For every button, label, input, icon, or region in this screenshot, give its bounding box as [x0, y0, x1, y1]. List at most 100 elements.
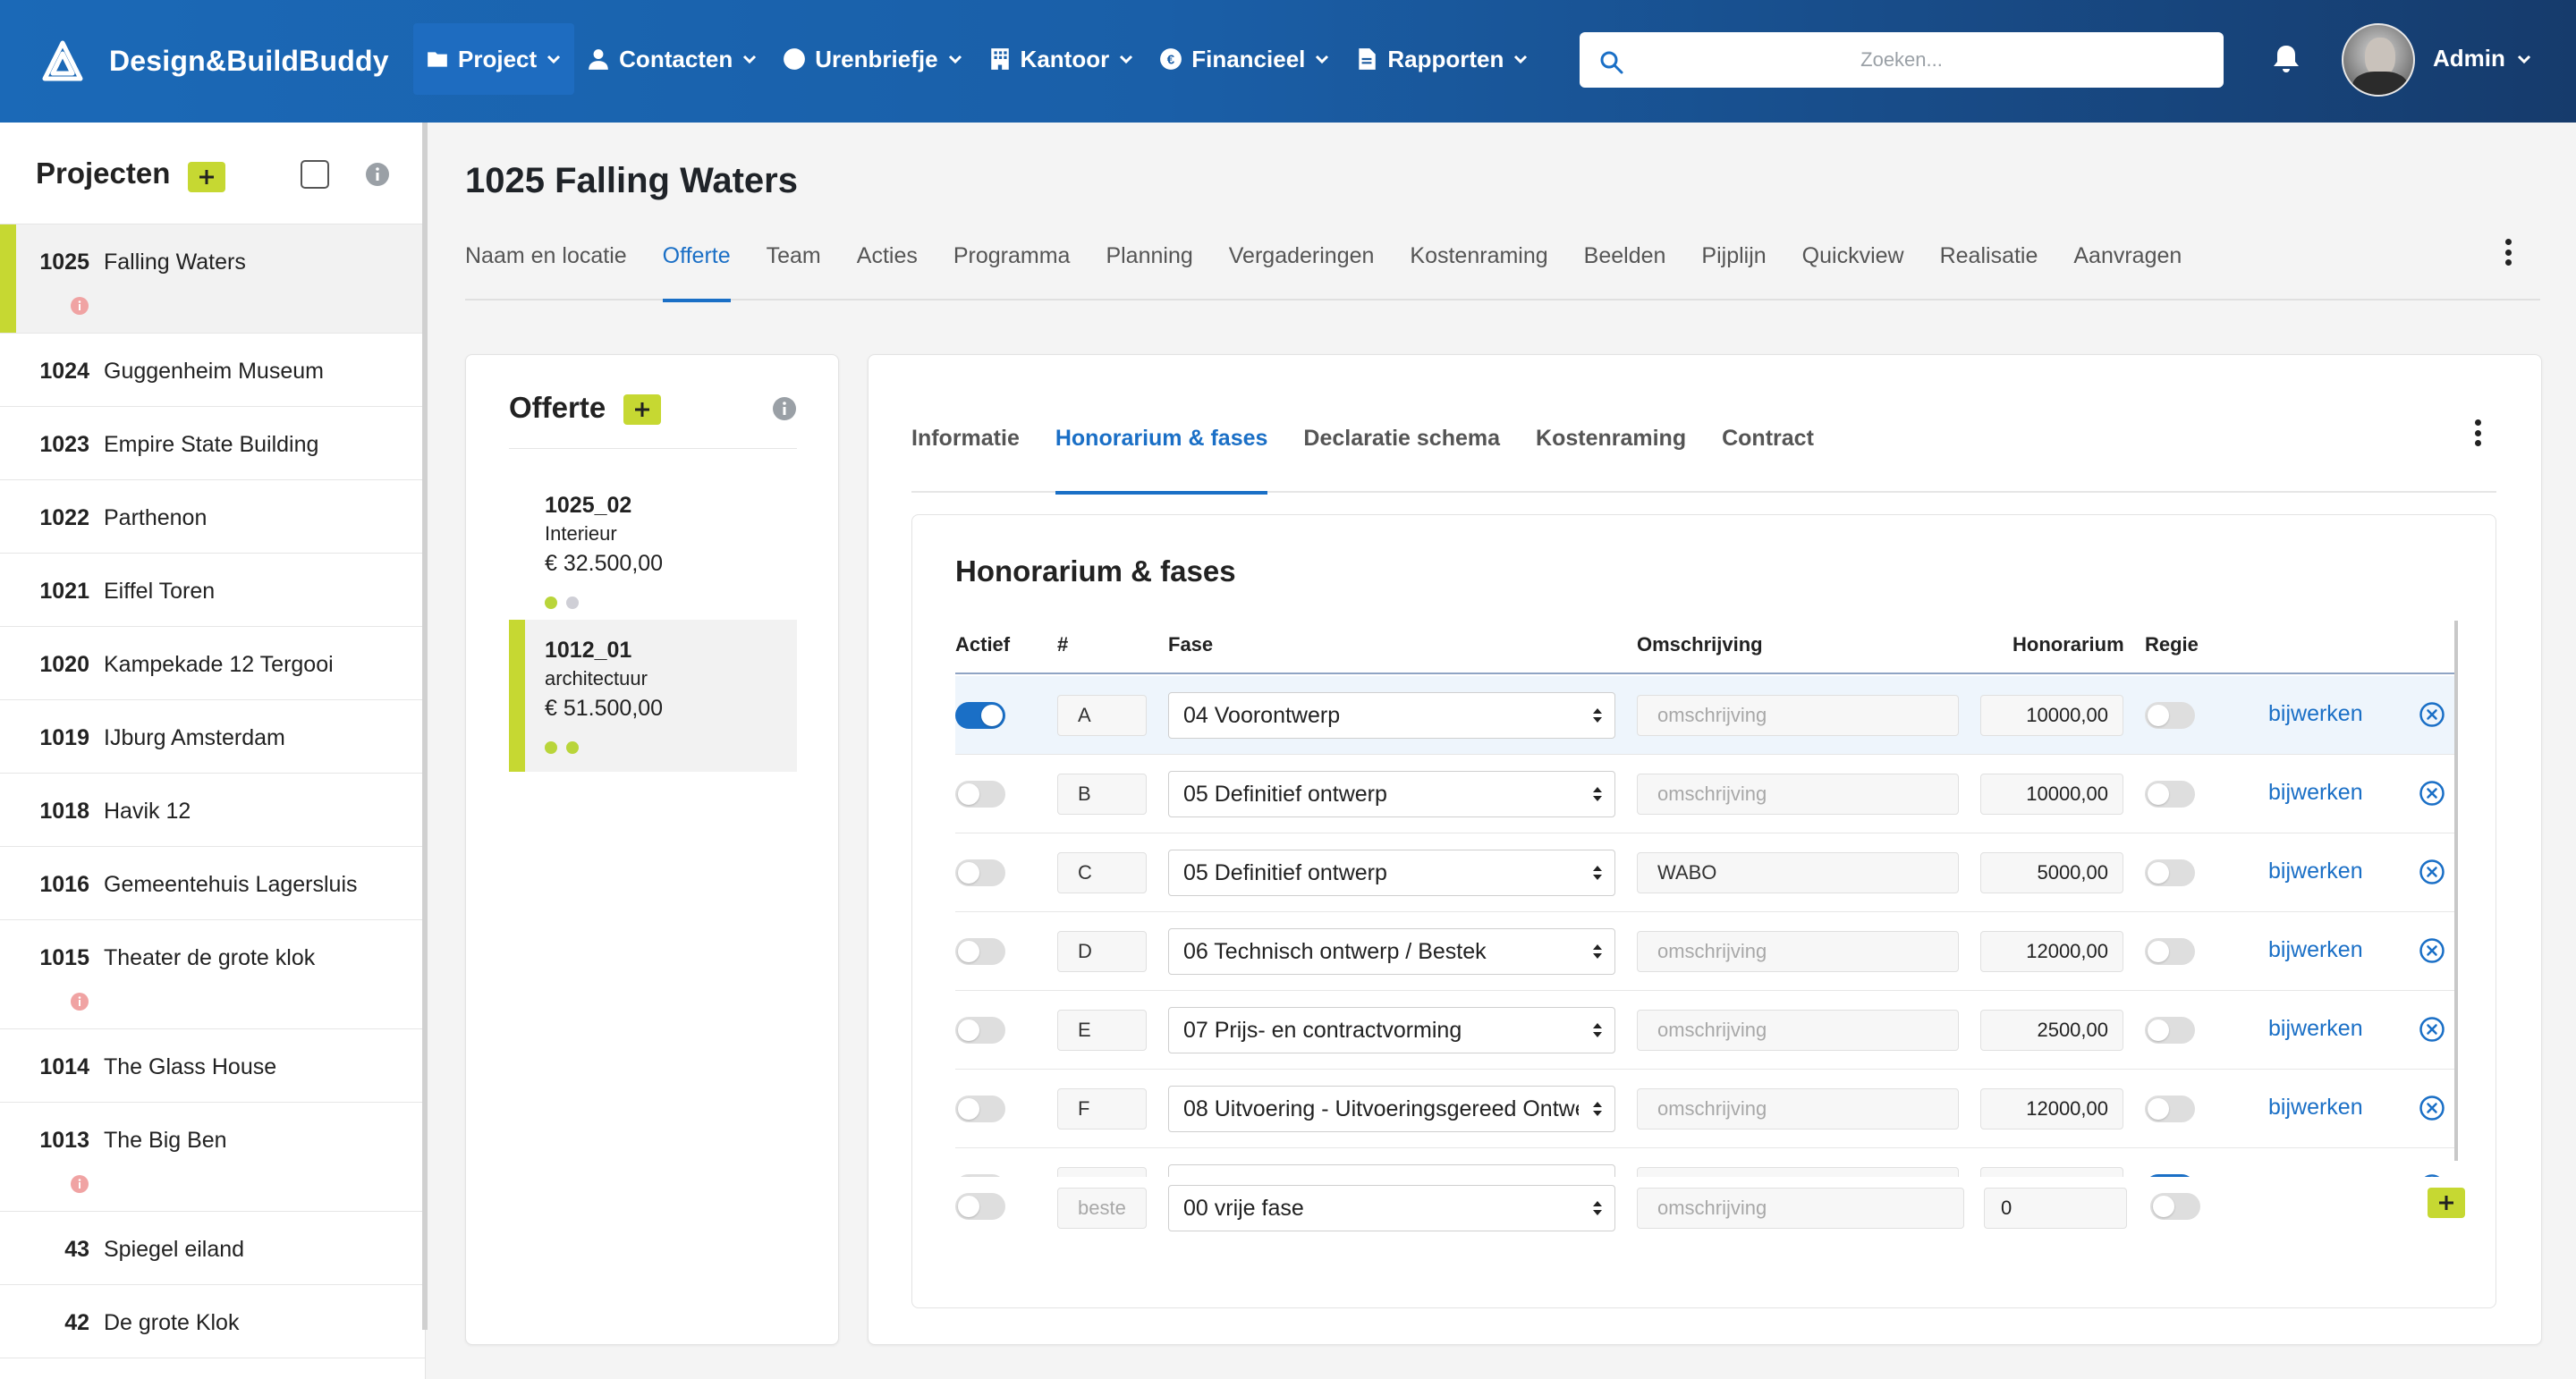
- user-menu[interactable]: Admin: [2433, 45, 2532, 72]
- subtab-item[interactable]: Kostenraming: [1536, 403, 1686, 493]
- actief-toggle[interactable]: [955, 702, 1005, 729]
- edit-link[interactable]: bijwerken: [2268, 1016, 2363, 1042]
- bell-icon[interactable]: [2270, 43, 2302, 75]
- edit-link[interactable]: bijwerken: [2268, 859, 2363, 884]
- actief-toggle[interactable]: [955, 859, 1005, 886]
- tab-item[interactable]: Realisatie: [1940, 225, 2038, 300]
- add-row-button[interactable]: [2428, 1188, 2465, 1218]
- nr-input[interactable]: B: [1057, 774, 1147, 815]
- tab-item[interactable]: Vergaderingen: [1229, 225, 1375, 300]
- omschrijving-input[interactable]: omschrijving: [1637, 931, 1959, 972]
- brand[interactable]: Design&BuildBuddy: [41, 36, 389, 86]
- add-project-button[interactable]: [188, 162, 225, 192]
- edit-link[interactable]: bijwerken: [2268, 1095, 2363, 1121]
- offerte-item[interactable]: 1025_02 Interieur € 32.500,00: [509, 475, 797, 627]
- nav-rapporten[interactable]: Rapporten: [1343, 23, 1541, 95]
- regie-toggle[interactable]: [2145, 1017, 2195, 1044]
- new-nr-input[interactable]: beste: [1057, 1188, 1147, 1229]
- tab-item[interactable]: Acties: [857, 225, 918, 300]
- nr-input[interactable]: E: [1057, 1010, 1147, 1051]
- new-regie-toggle[interactable]: [2150, 1193, 2200, 1220]
- more-options-icon[interactable]: [2473, 419, 2482, 446]
- add-offerte-button[interactable]: [623, 394, 661, 425]
- project-item[interactable]: 1018 Havik 12: [0, 774, 425, 847]
- select-all-checkbox[interactable]: [301, 160, 329, 189]
- table-scrollbar[interactable]: [2454, 621, 2458, 1161]
- project-item[interactable]: 1023 Empire State Building: [0, 407, 425, 480]
- edit-link[interactable]: bijwerken: [2268, 701, 2363, 727]
- subtab-item[interactable]: Contract: [1722, 403, 1814, 493]
- omschrijving-input[interactable]: omschrijving: [1637, 1088, 1959, 1129]
- nr-input[interactable]: D: [1057, 931, 1147, 972]
- fase-select[interactable]: 08 Uitvoering - Uitvoeringsgereed Ontwer…: [1168, 1086, 1615, 1132]
- tab-item[interactable]: Kostenraming: [1410, 225, 1547, 300]
- new-actief-toggle[interactable]: [955, 1193, 1005, 1220]
- honorarium-input[interactable]: 5000,00: [1980, 852, 2123, 893]
- subtab-item[interactable]: Informatie: [911, 403, 1020, 493]
- subtab-item[interactable]: Declaratie schema: [1303, 403, 1500, 493]
- fase-select[interactable]: 05 Definitief ontwerp: [1168, 771, 1615, 817]
- tab-item[interactable]: Programma: [953, 225, 1071, 300]
- sidebar-scrollbar[interactable]: [422, 123, 428, 1330]
- nav-kantoor[interactable]: Kantoor: [976, 23, 1148, 95]
- omschrijving-input[interactable]: omschrijving: [1637, 695, 1959, 736]
- project-item[interactable]: 42 De grote Klok: [0, 1285, 425, 1358]
- tab-item[interactable]: Offerte: [662, 225, 731, 302]
- nr-input[interactable]: C: [1057, 852, 1147, 893]
- subtab-item[interactable]: Honorarium & fases: [1055, 403, 1267, 495]
- fase-select[interactable]: 06 Technisch ontwerp / Bestek: [1168, 928, 1615, 975]
- omschrijving-input[interactable]: WABO: [1637, 852, 1959, 893]
- tab-item[interactable]: Beelden: [1584, 225, 1666, 300]
- honorarium-input[interactable]: 12000,00: [1980, 931, 2123, 972]
- info-icon[interactable]: [772, 396, 797, 421]
- nav-contacten[interactable]: Contacten: [574, 23, 770, 95]
- nr-input[interactable]: F: [1057, 1088, 1147, 1129]
- tab-item[interactable]: Planning: [1106, 225, 1192, 300]
- project-item[interactable]: 1020 Kampekade 12 Tergooi: [0, 627, 425, 700]
- offerte-item[interactable]: 1012_01 architectuur € 51.500,00: [509, 620, 797, 772]
- nav-project[interactable]: Project: [413, 23, 575, 95]
- actief-toggle[interactable]: [955, 1096, 1005, 1122]
- close-circle-icon[interactable]: [2419, 1095, 2445, 1121]
- regie-toggle[interactable]: [2145, 859, 2195, 886]
- close-circle-icon[interactable]: [2419, 701, 2445, 728]
- new-honorarium-input[interactable]: 0: [1984, 1188, 2127, 1229]
- close-circle-icon[interactable]: [2419, 859, 2445, 885]
- honorarium-input[interactable]: 10000,00: [1980, 695, 2123, 736]
- project-item[interactable]: 1019 IJburg Amsterdam: [0, 700, 425, 774]
- honorarium-input[interactable]: 2500,00: [1980, 1010, 2123, 1051]
- info-icon[interactable]: [365, 162, 390, 187]
- nav-financieel[interactable]: € Financieel: [1147, 23, 1343, 95]
- tab-item[interactable]: Aanvragen: [2073, 225, 2182, 300]
- avatar[interactable]: [2342, 23, 2415, 97]
- project-item[interactable]: 1014 The Glass House: [0, 1029, 425, 1103]
- regie-toggle[interactable]: [2145, 938, 2195, 965]
- regie-toggle[interactable]: [2145, 702, 2195, 729]
- fase-select[interactable]: 07 Prijs- en contractvorming: [1168, 1007, 1615, 1053]
- actief-toggle[interactable]: [955, 781, 1005, 808]
- search-input[interactable]: [1580, 32, 2224, 88]
- project-item[interactable]: 1016 Gemeentehuis Lagersluis: [0, 847, 425, 920]
- fase-select[interactable]: 05 Definitief ontwerp: [1168, 850, 1615, 896]
- actief-toggle[interactable]: [955, 1017, 1005, 1044]
- tab-item[interactable]: Quickview: [1802, 225, 1904, 300]
- actief-toggle[interactable]: [955, 938, 1005, 965]
- nav-urenbriefje[interactable]: Urenbriefje: [770, 23, 975, 95]
- omschrijving-input[interactable]: omschrijving: [1637, 1010, 1959, 1051]
- regie-toggle[interactable]: [2145, 1096, 2195, 1122]
- new-fase-select[interactable]: 00 vrije fase: [1168, 1185, 1615, 1231]
- fase-select[interactable]: 04 Voorontwerp: [1168, 692, 1615, 739]
- omschrijving-input[interactable]: omschrijving: [1637, 774, 1959, 815]
- project-item[interactable]: 1013 The Big Ben: [0, 1103, 425, 1212]
- project-item[interactable]: 1015 Theater de grote klok: [0, 920, 425, 1029]
- more-options-icon[interactable]: [2504, 239, 2512, 266]
- edit-link[interactable]: bijwerken: [2268, 780, 2363, 806]
- nr-input[interactable]: A: [1057, 695, 1147, 736]
- tab-item[interactable]: Naam en locatie: [465, 225, 627, 300]
- project-item[interactable]: 1021 Eiffel Toren: [0, 554, 425, 627]
- new-omschrijving-input[interactable]: omschrijving: [1637, 1188, 1964, 1229]
- tab-item[interactable]: Team: [767, 225, 821, 300]
- regie-toggle[interactable]: [2145, 781, 2195, 808]
- close-circle-icon[interactable]: [2419, 1016, 2445, 1043]
- honorarium-input[interactable]: 12000,00: [1980, 1088, 2123, 1129]
